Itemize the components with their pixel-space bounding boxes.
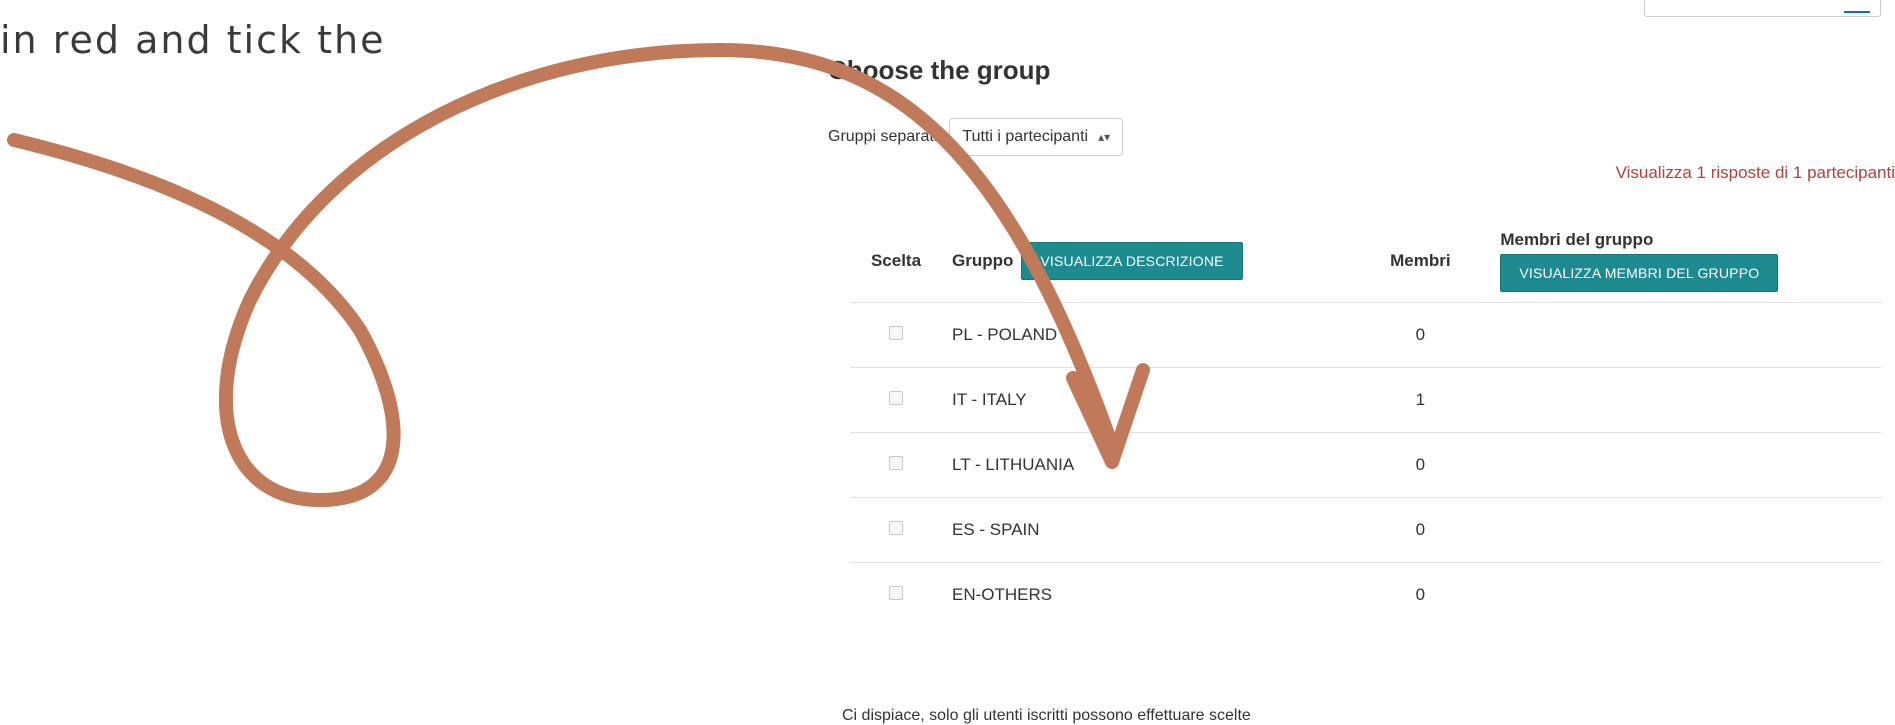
header-membri-gruppo: Membri del gruppo	[1500, 230, 1654, 249]
group-filter: Gruppi separati Tutti i partecipanti ▴▾	[828, 118, 1124, 156]
header-membri: Membri	[1390, 251, 1451, 270]
table-row: EN-OTHERS 0	[850, 562, 1882, 627]
header-membri-gruppo-cell: Membri del gruppo VISUALIZZA MEMBRI DEL …	[1490, 230, 1882, 303]
member-count: 0	[1350, 497, 1491, 563]
table-row: ES - SPAIN 0	[850, 497, 1882, 563]
group-select-value: Tutti i partecipanti	[962, 128, 1089, 145]
enrolment-note: Ci dispiace, solo gli utenti iscritti po…	[842, 707, 1251, 724]
choice-checkbox[interactable]	[889, 326, 903, 340]
group-name: IT - ITALY	[942, 367, 1351, 433]
group-name: ES - SPAIN	[942, 497, 1351, 563]
choice-checkbox[interactable]	[889, 456, 903, 470]
member-count: 0	[1350, 302, 1491, 368]
group-name: EN-OTHERS	[942, 562, 1351, 627]
group-members-cell	[1490, 367, 1882, 433]
table-row: LT - LITHUANIA 0	[850, 432, 1882, 498]
table-row: IT - ITALY 1	[850, 367, 1882, 433]
table-row: PL - POLAND 0	[850, 302, 1882, 368]
group-name: LT - LITHUANIA	[942, 432, 1351, 498]
instruction-line: in red and tick the	[0, 18, 386, 62]
member-count: 0	[1350, 562, 1491, 627]
member-count: 0	[1350, 432, 1491, 498]
show-group-members-button[interactable]: VISUALIZZA MEMBRI DEL GRUPPO	[1500, 254, 1779, 292]
header-scelta: Scelta	[870, 251, 922, 270]
choices-table: Scelta Gruppo VISUALIZZA DESCRIZIONE Mem…	[850, 230, 1882, 627]
choice-panel: Choose the group Gruppi separati Tutti i…	[828, 0, 1895, 724]
group-name: PL - POLAND	[942, 302, 1351, 368]
group-members-cell	[1490, 562, 1882, 627]
header-gruppo-cell: Gruppo VISUALIZZA DESCRIZIONE	[942, 230, 1350, 303]
instruction-text: in red and tick the	[0, 18, 430, 62]
group-members-cell	[1490, 432, 1882, 498]
group-select[interactable]: Tutti i partecipanti ▴▾	[949, 118, 1124, 156]
chevron-updown-icon: ▴▾	[1098, 130, 1111, 144]
responses-summary-link[interactable]: Visualizza 1 risposte di 1 partecipanti	[1616, 163, 1895, 183]
header-gruppo: Gruppo	[952, 251, 1014, 270]
choice-checkbox[interactable]	[889, 586, 903, 600]
member-count: 1	[1350, 367, 1491, 433]
choice-checkbox[interactable]	[889, 391, 903, 405]
group-members-cell	[1490, 302, 1882, 368]
page-title: Choose the group	[828, 55, 1051, 85]
show-description-button[interactable]: VISUALIZZA DESCRIZIONE	[1021, 242, 1243, 280]
choice-checkbox[interactable]	[889, 521, 903, 535]
group-filter-label: Gruppi separati	[828, 128, 938, 145]
group-members-cell	[1490, 497, 1882, 563]
